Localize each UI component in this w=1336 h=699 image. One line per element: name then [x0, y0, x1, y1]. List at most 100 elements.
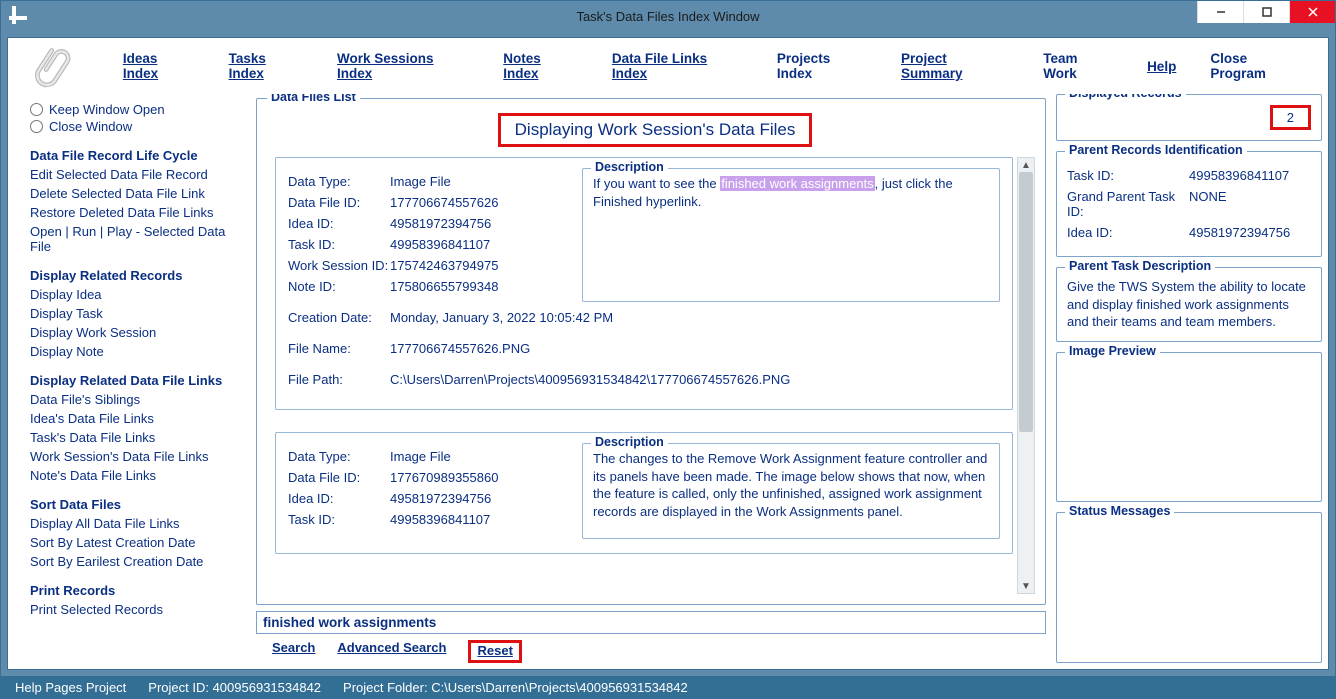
menu-tasks-index[interactable]: Tasks Index	[229, 51, 303, 81]
value-grandparent-task-id: NONE	[1189, 189, 1227, 219]
parent-task-description-group: Parent Task Description Give the TWS Sys…	[1056, 267, 1322, 342]
nav-task-links[interactable]: Task's Data File Links	[30, 430, 248, 445]
image-preview-title: Image Preview	[1065, 344, 1160, 358]
nav-display-task[interactable]: Display Task	[30, 306, 248, 321]
left-nav: Keep Window Open Close Window Data File …	[8, 94, 256, 669]
parent-task-desc-title: Parent Task Description	[1065, 259, 1215, 273]
records-list: Data Type:Image File Data File ID:177706…	[275, 157, 1013, 594]
client-area: Ideas Index Tasks Index Work Sessions In…	[7, 37, 1329, 670]
description-label: Description	[591, 160, 668, 174]
description-text: The changes to the Remove Work Assignmen…	[593, 450, 989, 520]
value-task-id: 49958396841107	[390, 237, 490, 252]
label-file-path: File Path:	[288, 372, 390, 387]
list-heading: Displaying Work Session's Data Files	[498, 113, 813, 147]
value-creation-date: Monday, January 3, 2022 10:05:42 PM	[390, 310, 1000, 325]
parent-records-id-group: Parent Records Identification Task ID:49…	[1056, 151, 1322, 257]
menu-notes-index[interactable]: Notes Index	[503, 51, 578, 81]
nav-display-note[interactable]: Display Note	[30, 344, 248, 359]
description-text: If you want to see the finished work ass…	[593, 175, 989, 210]
search-input[interactable]	[256, 611, 1046, 634]
value-data-type: Image File	[390, 449, 451, 464]
menu-team-work[interactable]: Team Work	[1043, 51, 1113, 81]
label-idea-id: Idea ID:	[1067, 225, 1189, 240]
nav-display-work-session[interactable]: Display Work Session	[30, 325, 248, 340]
description-box: Description The changes to the Remove Wo…	[582, 443, 1000, 539]
value-data-type: Image File	[390, 174, 451, 189]
status-help-project: Help Pages Project	[15, 680, 126, 695]
close-window-radio[interactable]: Close Window	[30, 119, 248, 134]
value-idea-id: 49581972394756	[1189, 225, 1290, 240]
value-note-id: 175806655799348	[390, 279, 498, 294]
nav-sort-earliest[interactable]: Sort By Earilest Creation Date	[30, 554, 248, 569]
nav-display-all-links[interactable]: Display All Data File Links	[30, 516, 248, 531]
nav-head-lifecycle: Data File Record Life Cycle	[30, 148, 248, 163]
nav-edit-record[interactable]: Edit Selected Data File Record	[30, 167, 248, 182]
label-grandparent-task-id: Grand Parent Task ID:	[1067, 189, 1189, 219]
record-item[interactable]: Data Type:Image File Data File ID:177706…	[275, 157, 1013, 410]
status-messages-title: Status Messages	[1065, 504, 1174, 518]
label-data-type: Data Type:	[288, 449, 390, 464]
reset-link[interactable]: Reset	[477, 643, 512, 658]
window-buttons	[1197, 1, 1335, 23]
scroll-thumb[interactable]	[1019, 172, 1033, 432]
maximize-button[interactable]	[1243, 1, 1289, 23]
records-scrollbar[interactable]: ▲ ▼	[1017, 157, 1035, 594]
status-project-folder: Project Folder: C:\Users\Darren\Projects…	[343, 680, 688, 695]
center-panel: Data Files List Displaying Work Session'…	[256, 94, 1054, 669]
close-button[interactable]	[1289, 1, 1335, 23]
nav-head-print: Print Records	[30, 583, 248, 598]
nav-print-selected[interactable]: Print Selected Records	[30, 602, 248, 617]
menu-ideas-index[interactable]: Ideas Index	[123, 51, 195, 81]
scroll-down-icon[interactable]: ▼	[1018, 579, 1034, 593]
advanced-search-link[interactable]: Advanced Search	[337, 640, 446, 663]
record-item[interactable]: Data Type:Image File Data File ID:177670…	[275, 432, 1013, 554]
nav-idea-links[interactable]: Idea's Data File Links	[30, 411, 248, 426]
menu-project-summary[interactable]: Project Summary	[901, 51, 1009, 81]
value-task-id: 49958396841107	[390, 512, 490, 527]
nav-note-links[interactable]: Note's Data File Links	[30, 468, 248, 483]
minimize-button[interactable]	[1197, 1, 1243, 23]
titlebar: Task's Data Files Index Window	[1, 1, 1335, 31]
search-actions: Search Advanced Search Reset	[256, 640, 1046, 663]
nav-siblings[interactable]: Data File's Siblings	[30, 392, 248, 407]
nav-display-idea[interactable]: Display Idea	[30, 287, 248, 302]
nav-ws-links[interactable]: Work Session's Data File Links	[30, 449, 248, 464]
displayed-records-title: Displayed Records	[1065, 94, 1186, 100]
search-link[interactable]: Search	[272, 640, 315, 663]
displayed-records-count: 2	[1270, 105, 1311, 130]
nav-delete-link[interactable]: Delete Selected Data File Link	[30, 186, 248, 201]
label-task-id: Task ID:	[288, 512, 390, 527]
label-data-file-id: Data File ID:	[288, 470, 390, 485]
value-idea-id: 49581972394756	[390, 491, 491, 506]
menu-close-program[interactable]: Close Program	[1210, 51, 1304, 81]
menu-work-sessions-index[interactable]: Work Sessions Index	[337, 51, 469, 81]
menu-help[interactable]: Help	[1147, 59, 1176, 74]
right-panel: Displayed Records 2 Parent Records Ident…	[1054, 94, 1328, 669]
menu-data-file-links-index[interactable]: Data File Links Index	[612, 51, 743, 81]
value-file-path: C:\Users\Darren\Projects\400956931534842…	[390, 372, 1000, 387]
image-preview-group: Image Preview	[1056, 352, 1322, 502]
value-idea-id: 49581972394756	[390, 216, 491, 231]
value-data-file-id: 177706674557626	[390, 195, 498, 210]
nav-restore-links[interactable]: Restore Deleted Data File Links	[30, 205, 248, 220]
menu-projects-index[interactable]: Projects Index	[777, 51, 867, 81]
window-title: Task's Data Files Index Window	[1, 9, 1335, 24]
nav-sort-latest[interactable]: Sort By Latest Creation Date	[30, 535, 248, 550]
status-messages-group: Status Messages	[1056, 512, 1322, 663]
reset-highlight: Reset	[468, 640, 521, 663]
parent-task-desc-text: Give the TWS System the ability to locat…	[1067, 278, 1311, 331]
value-ws-id: 175742463794975	[390, 258, 498, 273]
label-task-id: Task ID:	[1067, 168, 1189, 183]
nav-open-run-play[interactable]: Open | Run | Play - Selected Data File	[30, 224, 248, 254]
label-idea-id: Idea ID:	[288, 216, 390, 231]
data-files-list-group: Data Files List Displaying Work Session'…	[256, 98, 1046, 605]
value-file-name: 177706674557626.PNG	[390, 341, 1000, 356]
label-creation-date: Creation Date:	[288, 310, 390, 325]
scroll-up-icon[interactable]: ▲	[1018, 158, 1034, 172]
keep-window-open-radio[interactable]: Keep Window Open	[30, 102, 248, 117]
label-data-file-id: Data File ID:	[288, 195, 390, 210]
nav-head-sort: Sort Data Files	[30, 497, 248, 512]
value-data-file-id: 177670989355860	[390, 470, 498, 485]
description-label: Description	[591, 435, 668, 449]
label-file-name: File Name:	[288, 341, 390, 356]
